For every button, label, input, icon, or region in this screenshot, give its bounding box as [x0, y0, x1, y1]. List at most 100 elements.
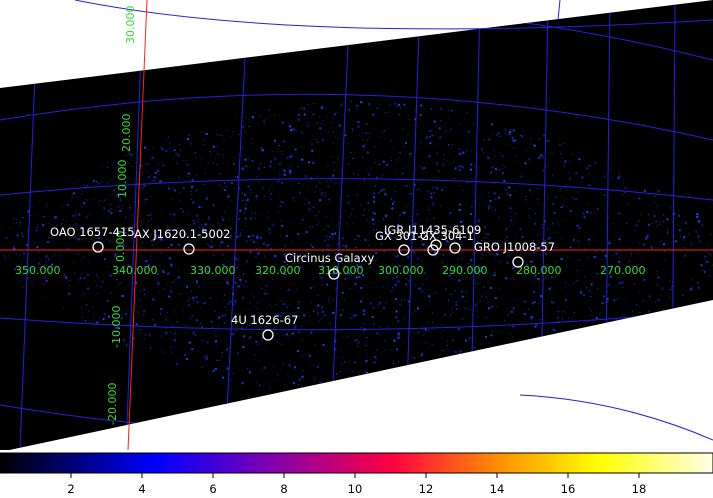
noise-dot	[214, 330, 216, 332]
noise-dot	[311, 142, 313, 144]
noise-dot	[218, 173, 220, 175]
noise-dot	[312, 365, 314, 367]
noise-dot	[141, 246, 143, 248]
sky-map[interactable]: 350.000 340.000 330.000 320.000 310.000 …	[0, 0, 713, 498]
noise-dot	[484, 292, 486, 294]
noise-dot	[577, 240, 578, 242]
noise-dot	[8, 227, 10, 229]
noise-dot	[307, 370, 309, 372]
noise-dot	[364, 143, 366, 145]
noise-dot	[107, 217, 108, 219]
noise-dot	[325, 225, 327, 227]
noise-dot	[108, 210, 111, 213]
noise-dot	[180, 208, 182, 209]
noise-dot	[78, 279, 80, 281]
noise-dot	[700, 264, 703, 267]
noise-dot	[291, 222, 293, 224]
noise-dot	[215, 297, 217, 299]
noise-dot	[208, 245, 210, 246]
noise-dot	[192, 332, 195, 335]
noise-dot	[234, 300, 237, 303]
noise-dot	[170, 290, 173, 293]
noise-dot	[529, 333, 531, 335]
noise-dot	[553, 302, 555, 304]
noise-dot	[530, 317, 533, 320]
noise-dot	[171, 352, 173, 353]
noise-dot	[39, 251, 41, 253]
noise-dot	[142, 218, 144, 220]
noise-dot	[508, 186, 511, 189]
noise-dot	[448, 250, 450, 252]
noise-dot	[251, 212, 253, 214]
noise-dot	[524, 162, 527, 165]
noise-dot	[622, 316, 624, 317]
noise-dot	[390, 198, 392, 200]
noise-dot	[321, 311, 324, 313]
noise-dot	[226, 281, 228, 283]
noise-dot	[79, 277, 82, 280]
noise-dot	[647, 271, 649, 273]
noise-dot	[383, 286, 385, 288]
noise-dot	[338, 137, 340, 139]
noise-dot	[20, 261, 22, 263]
noise-dot	[472, 193, 474, 195]
noise-dot	[603, 209, 605, 211]
noise-dot	[298, 315, 300, 317]
noise-dot	[619, 213, 621, 215]
noise-dot	[274, 378, 276, 380]
noise-dot	[200, 131, 202, 133]
noise-dot	[288, 364, 291, 367]
noise-dot	[638, 242, 640, 244]
noise-dot	[399, 218, 400, 220]
noise-dot	[122, 205, 124, 207]
noise-dot	[310, 302, 312, 304]
noise-dot	[141, 221, 142, 222]
noise-dot	[506, 228, 508, 229]
noise-dot	[431, 134, 434, 137]
noise-dot	[505, 189, 507, 191]
noise-dot	[710, 234, 712, 236]
noise-dot	[601, 302, 604, 304]
noise-dot	[75, 214, 77, 216]
noise-dot	[227, 195, 230, 198]
noise-dot	[326, 235, 328, 236]
noise-dot	[273, 167, 275, 169]
noise-dot	[431, 202, 434, 205]
noise-dot	[324, 195, 326, 197]
colorbar-tick-label: 14	[490, 482, 505, 496]
noise-dot	[164, 288, 166, 290]
noise-dot	[292, 382, 295, 384]
noise-dot	[196, 174, 198, 176]
noise-dot	[436, 125, 438, 127]
noise-dot	[312, 161, 315, 164]
noise-dot	[358, 184, 360, 185]
noise-dot	[523, 129, 524, 131]
noise-dot	[36, 226, 38, 228]
noise-dot	[488, 192, 490, 194]
noise-dot	[160, 308, 163, 311]
noise-dot	[403, 342, 405, 343]
noise-dot	[480, 257, 482, 259]
noise-dot	[249, 251, 252, 254]
colorbar-tick-label: 6	[209, 482, 216, 496]
noise-dot	[322, 344, 325, 346]
noise-dot	[367, 201, 370, 204]
noise-dot	[121, 208, 123, 210]
noise-dot	[517, 285, 519, 287]
noise-dot	[428, 155, 431, 158]
noise-dot	[568, 171, 570, 173]
noise-dot	[287, 303, 289, 305]
noise-dot	[247, 185, 250, 188]
noise-dot	[61, 205, 63, 207]
noise-dot	[551, 192, 553, 194]
noise-dot	[82, 293, 84, 295]
noise-dot	[650, 246, 653, 249]
noise-dot	[237, 285, 240, 288]
noise-dot	[111, 179, 113, 181]
noise-dot	[306, 124, 308, 126]
noise-dot	[298, 331, 301, 334]
noise-dot	[103, 258, 106, 261]
noise-dot	[170, 265, 173, 268]
noise-dot	[488, 307, 490, 310]
noise-dot	[588, 164, 591, 167]
